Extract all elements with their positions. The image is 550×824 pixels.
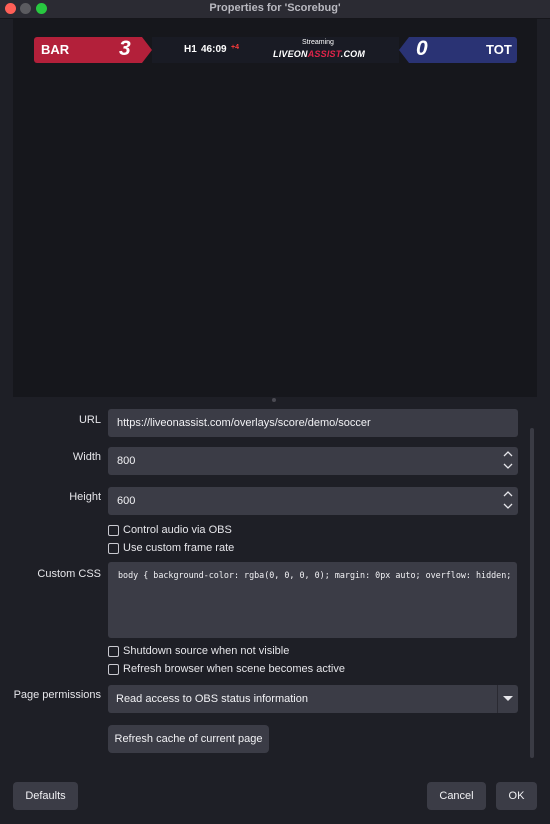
width-value: 800	[117, 455, 136, 467]
width-spinbox[interactable]: 800	[108, 447, 518, 475]
ok-button[interactable]: OK	[496, 782, 537, 810]
refresh-browser-checkbox[interactable]	[108, 664, 119, 675]
custom-css-label: Custom CSS	[37, 568, 101, 580]
chevron-down-icon[interactable]	[503, 462, 513, 472]
height-label: Height	[69, 491, 101, 503]
chevron-up-icon[interactable]	[503, 490, 513, 500]
added-time: +4	[231, 44, 239, 51]
streaming-label: Streaming	[302, 39, 334, 46]
refresh-browser-label[interactable]: Refresh browser when scene becomes activ…	[123, 663, 345, 675]
custom-frame-rate-label[interactable]: Use custom frame rate	[123, 542, 234, 554]
logo-text-com: .COM	[340, 49, 366, 59]
period-label: H1	[184, 44, 197, 55]
home-team-name: BAR	[41, 42, 70, 57]
window-title: Properties for 'Scorebug'	[209, 2, 341, 14]
properties-scrollbar[interactable]	[530, 428, 534, 758]
caret-down-icon[interactable]	[503, 696, 513, 701]
source-preview: BAR 3 H1 46:09 +4 Streaming LIVEONASSIST…	[13, 19, 537, 397]
liveonassist-logo: LIVEONASSIST.COM	[273, 49, 365, 59]
away-team-name: TOT	[486, 42, 512, 57]
select-separator	[497, 685, 498, 713]
home-team-panel: BAR 3	[34, 37, 152, 63]
page-permissions-label: Page permissions	[13, 689, 101, 701]
chevron-up-icon[interactable]	[503, 450, 513, 460]
splitter-handle[interactable]	[272, 398, 276, 402]
height-value: 600	[117, 495, 136, 507]
match-clock: 46:09	[201, 44, 227, 55]
away-team-panel: 0 TOT	[399, 37, 517, 63]
logo-text-liveon: LIVEON	[273, 49, 308, 59]
url-input[interactable]: https://liveonassist.com/overlays/score/…	[108, 409, 518, 437]
logo-text-assist: ASSIST	[307, 49, 341, 59]
shutdown-source-checkbox[interactable]	[108, 646, 119, 657]
url-label: URL	[78, 414, 101, 426]
width-stepper[interactable]	[498, 447, 518, 475]
chevron-down-icon[interactable]	[503, 502, 513, 512]
away-team-score: 0	[416, 37, 428, 60]
control-audio-checkbox[interactable]	[108, 525, 119, 536]
control-audio-label[interactable]: Control audio via OBS	[123, 524, 232, 536]
height-stepper[interactable]	[498, 487, 518, 515]
scorebug-overlay: BAR 3 H1 46:09 +4 Streaming LIVEONASSIST…	[34, 37, 517, 63]
width-label: Width	[72, 451, 101, 463]
match-info-panel: H1 46:09 +4 Streaming LIVEONASSIST.COM	[152, 37, 399, 63]
title-bar: Properties for 'Scorebug'	[0, 0, 550, 19]
page-permissions-value: Read access to OBS status information	[116, 693, 308, 705]
custom-frame-rate-checkbox[interactable]	[108, 543, 119, 554]
cancel-button[interactable]: Cancel	[427, 782, 486, 810]
home-team-score: 3	[119, 37, 131, 60]
refresh-cache-button[interactable]: Refresh cache of current page	[108, 725, 269, 753]
page-permissions-select[interactable]: Read access to OBS status information	[108, 685, 518, 713]
shutdown-source-label[interactable]: Shutdown source when not visible	[123, 645, 289, 657]
height-spinbox[interactable]: 600	[108, 487, 518, 515]
custom-css-textarea[interactable]: body { background-color: rgba(0, 0, 0, 0…	[108, 562, 517, 638]
defaults-button[interactable]: Defaults	[13, 782, 78, 810]
